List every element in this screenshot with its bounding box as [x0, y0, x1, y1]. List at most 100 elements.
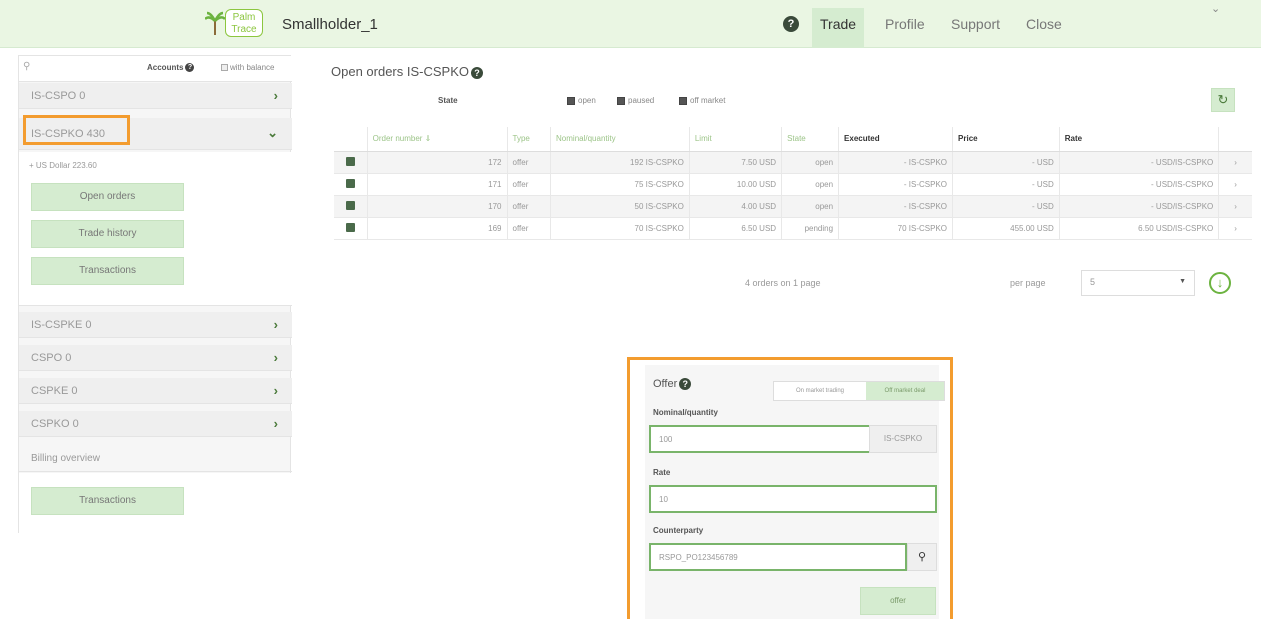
column-header: Executed	[838, 127, 954, 152]
search-icon: ⚲	[23, 61, 31, 72]
column-header[interactable]: Order number ⇓	[367, 127, 508, 152]
rate-label: Rate	[653, 468, 671, 477]
chevron-right-icon[interactable]: ›	[1218, 195, 1252, 218]
pause-icon[interactable]	[345, 178, 355, 188]
offer-title: Offer?	[653, 378, 692, 391]
nav-profile[interactable]: Profile	[877, 8, 933, 48]
top-bar: Palm Trace Smallholder_1 ? Trade Profile…	[0, 0, 1261, 48]
chevron-down-icon[interactable]: ⌄	[1211, 2, 1220, 15]
cell: 10.00 USD	[689, 173, 783, 196]
checkbox-icon[interactable]	[221, 64, 228, 72]
nav-support[interactable]: Support	[943, 8, 1008, 48]
orders-count: 4 orders on 1 page	[745, 278, 821, 288]
off-market-option[interactable]: Off market deal	[866, 382, 944, 400]
chevron-down-icon: ⌄	[267, 125, 278, 140]
with-balance-toggle[interactable]: with balance	[221, 63, 274, 72]
column-header[interactable]: Nominal/quantity	[550, 127, 690, 152]
billing-overview[interactable]: Billing overview	[19, 446, 292, 472]
chevron-right-icon[interactable]: ›	[1218, 151, 1252, 174]
account-label: IS-CSPO 0	[31, 90, 86, 102]
refresh-button[interactable]: ↻	[1211, 88, 1235, 112]
rate-input[interactable]: 10	[649, 485, 937, 513]
accounts-label: Accounts?	[147, 63, 195, 73]
table-row[interactable]: 170 offer 50 IS-CSPKO 4.00 USD open - IS…	[334, 195, 1252, 218]
palmtrace-logo[interactable]: Palm Trace	[205, 9, 275, 39]
nav-trade[interactable]: Trade	[812, 8, 865, 48]
account-details: + US Dollar 223.60 Open orders Trade his…	[19, 152, 292, 306]
help-icon[interactable]: ?	[185, 63, 195, 73]
account-cspke[interactable]: CSPKE 0 ›	[19, 378, 292, 404]
cell: offer	[507, 151, 552, 174]
cell: 50 IS-CSPKO	[550, 195, 690, 218]
chevron-right-icon[interactable]: ›	[1218, 217, 1252, 240]
table-row[interactable]: 169 offer 70 IS-CSPKO 6.50 USD pending 7…	[334, 217, 1252, 240]
account-is-cspo[interactable]: IS-CSPO 0 ›	[19, 83, 292, 109]
account-label: IS-CSPKE 0	[31, 319, 92, 331]
nominal-label: Nominal/quantity	[653, 408, 718, 417]
trade-mode-toggle[interactable]: On market trading Off market deal	[773, 381, 945, 401]
offer-submit-button[interactable]: offer	[860, 587, 936, 615]
logo-line-1: Palm	[232, 12, 256, 23]
row-action[interactable]	[334, 217, 368, 240]
account-is-cspke[interactable]: IS-CSPKE 0 ›	[19, 312, 292, 338]
download-button[interactable]: ↓	[1209, 272, 1231, 294]
cell: 70 IS-CSPKO	[838, 217, 954, 240]
trade-history-button[interactable]: Trade history	[31, 220, 184, 248]
open-orders-button[interactable]: Open orders	[31, 183, 184, 211]
nav-close[interactable]: Close	[1018, 8, 1070, 48]
cell: - USD/IS-CSPKO	[1059, 151, 1220, 174]
filter-open[interactable]: open	[567, 96, 596, 105]
account-is-cspko[interactable]: IS-CSPKO 430 ⌄	[19, 115, 292, 150]
per-page-select[interactable]: 5 ▼	[1081, 270, 1195, 296]
checkbox-icon[interactable]	[567, 96, 575, 105]
column-header[interactable]: State	[781, 127, 840, 152]
cell: 75 IS-CSPKO	[550, 173, 690, 196]
column-header: Rate	[1059, 127, 1220, 152]
chevron-right-icon: ›	[273, 88, 278, 103]
cell: offer	[507, 173, 552, 196]
nominal-input[interactable]: 100	[649, 425, 871, 453]
help-icon[interactable]: ?	[679, 378, 692, 391]
billing-label: Billing overview	[31, 453, 100, 464]
column-header[interactable]: Type	[507, 127, 552, 152]
palm-tree-icon	[205, 11, 225, 35]
checkbox-icon[interactable]	[617, 96, 625, 105]
refresh-icon: ↻	[1217, 92, 1229, 107]
state-label: State	[438, 96, 458, 105]
table-row[interactable]: 172 offer 192 IS-CSPKO 7.50 USD open - I…	[334, 151, 1252, 174]
transactions-button[interactable]: Transactions	[31, 257, 184, 285]
chevron-right-icon: ›	[273, 416, 278, 431]
account-cspo[interactable]: CSPO 0 ›	[19, 345, 292, 371]
counterparty-search-button[interactable]: ⚲	[907, 543, 937, 571]
counterparty-input[interactable]: RSPO_PO123456789	[649, 543, 907, 571]
billing-details: Transactions	[19, 473, 292, 534]
account-search[interactable]: ⚲ Accounts? with balance	[19, 56, 292, 82]
row-action[interactable]	[334, 151, 368, 174]
orders-table: Order number ⇓ Type Nominal/quantity Lim…	[334, 127, 1252, 240]
column-header	[334, 127, 368, 152]
account-cspko[interactable]: CSPKO 0 ›	[19, 411, 292, 437]
billing-transactions-button[interactable]: Transactions	[31, 487, 184, 515]
column-header[interactable]: Limit	[689, 127, 783, 152]
pause-icon[interactable]	[345, 222, 355, 232]
cell: 170	[367, 195, 508, 218]
help-icon[interactable]: ?	[783, 16, 799, 32]
chevron-right-icon[interactable]: ›	[1218, 173, 1252, 196]
filter-off-market[interactable]: off market	[679, 96, 725, 105]
cell: 4.00 USD	[689, 195, 783, 218]
pause-icon[interactable]	[345, 200, 355, 210]
on-market-option[interactable]: On market trading	[774, 382, 866, 400]
counterparty-label: Counterparty	[653, 526, 704, 535]
row-action[interactable]	[334, 195, 368, 218]
help-icon[interactable]: ?	[471, 66, 483, 79]
filter-paused[interactable]: paused	[617, 96, 654, 105]
row-action[interactable]	[334, 173, 368, 196]
checkbox-icon[interactable]	[679, 96, 687, 105]
search-icon: ⚲	[917, 551, 927, 563]
cell: open	[781, 151, 840, 174]
chevron-right-icon: ›	[273, 350, 278, 365]
offer-panel: Offer? On market trading Off market deal…	[627, 357, 953, 619]
pause-icon[interactable]	[345, 156, 355, 166]
table-row[interactable]: 171 offer 75 IS-CSPKO 10.00 USD open - I…	[334, 173, 1252, 196]
cell: - USD	[952, 151, 1060, 174]
